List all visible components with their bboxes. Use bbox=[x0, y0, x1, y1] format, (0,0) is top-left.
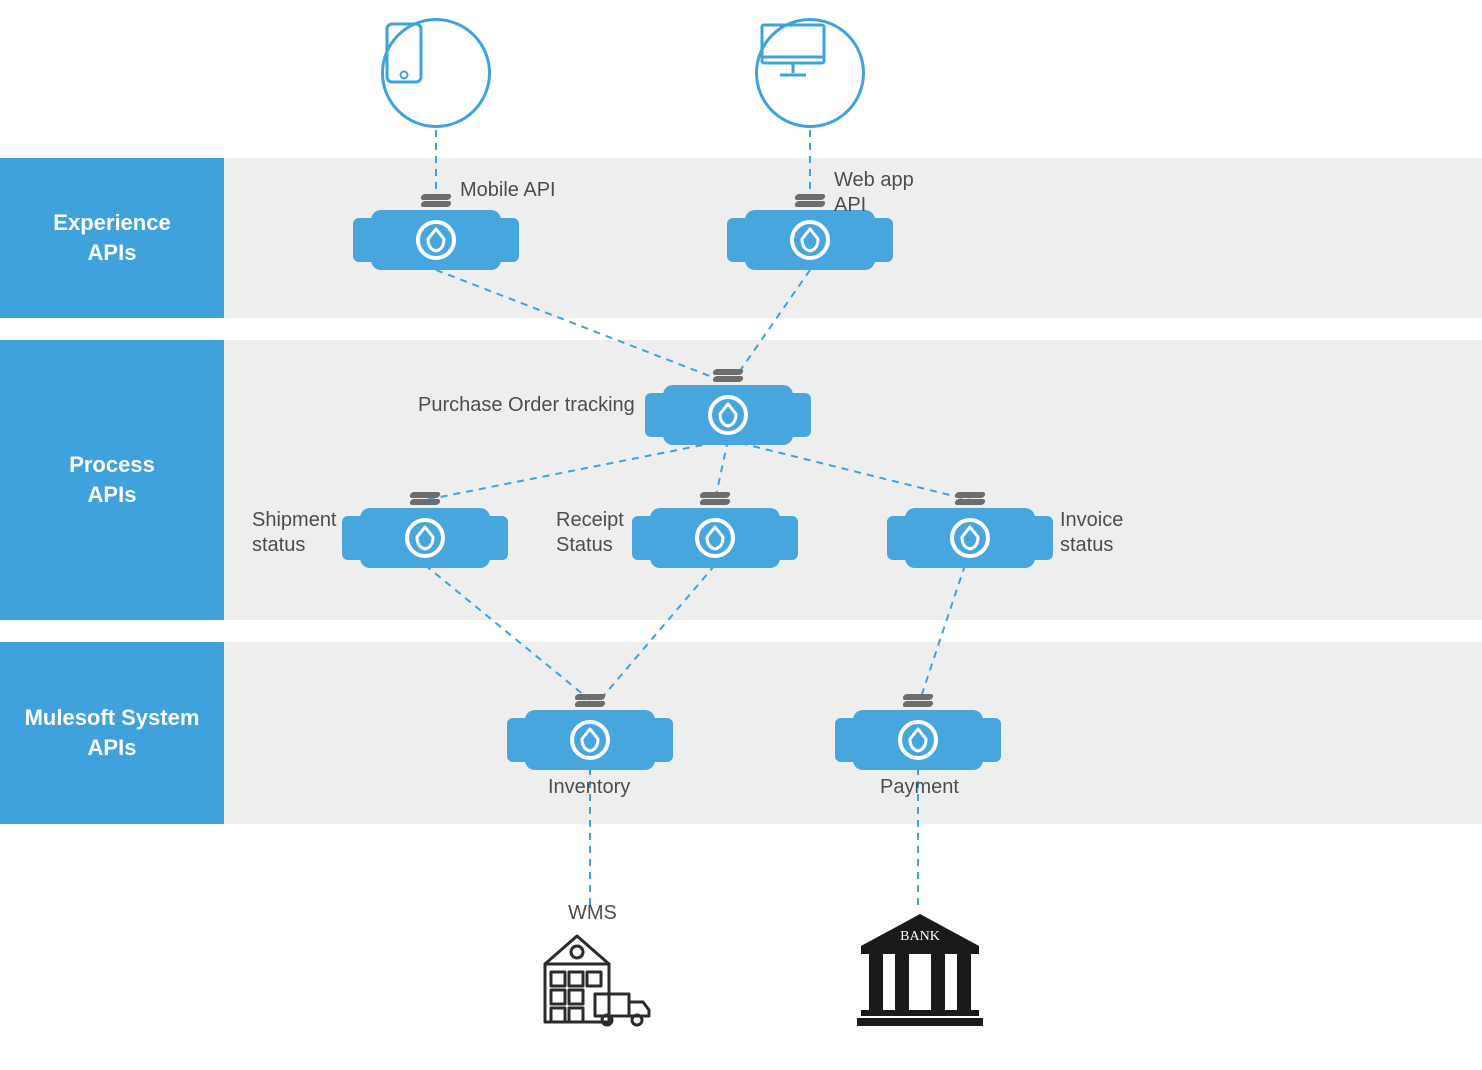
mobile-api-node bbox=[371, 200, 501, 270]
receipt-node bbox=[650, 498, 780, 568]
desktop-client-icon bbox=[755, 18, 865, 128]
payment-node bbox=[853, 700, 983, 770]
inventory-label: Inventory bbox=[548, 776, 630, 799]
payment-label: Payment bbox=[880, 776, 959, 799]
invoice-node bbox=[905, 498, 1035, 568]
api-led-diagram: Experience APIs Process APIs Mulesoft Sy… bbox=[0, 0, 1482, 1070]
bank-text: BANK bbox=[900, 929, 940, 944]
wms-label: WMS bbox=[568, 902, 617, 925]
po-tracking-node bbox=[663, 375, 793, 445]
webapp-api-label: Web app API bbox=[834, 168, 914, 218]
receipt-label: Receipt Status bbox=[556, 508, 624, 558]
mobile-client-icon bbox=[381, 18, 491, 128]
po-tracking-label: Purchase Order tracking bbox=[418, 393, 635, 418]
inventory-node bbox=[525, 700, 655, 770]
shipment-label: Shipment status bbox=[252, 508, 337, 558]
shipment-node bbox=[360, 498, 490, 568]
invoice-label: Invoice status bbox=[1060, 508, 1123, 558]
mobile-api-label: Mobile API bbox=[460, 178, 556, 203]
